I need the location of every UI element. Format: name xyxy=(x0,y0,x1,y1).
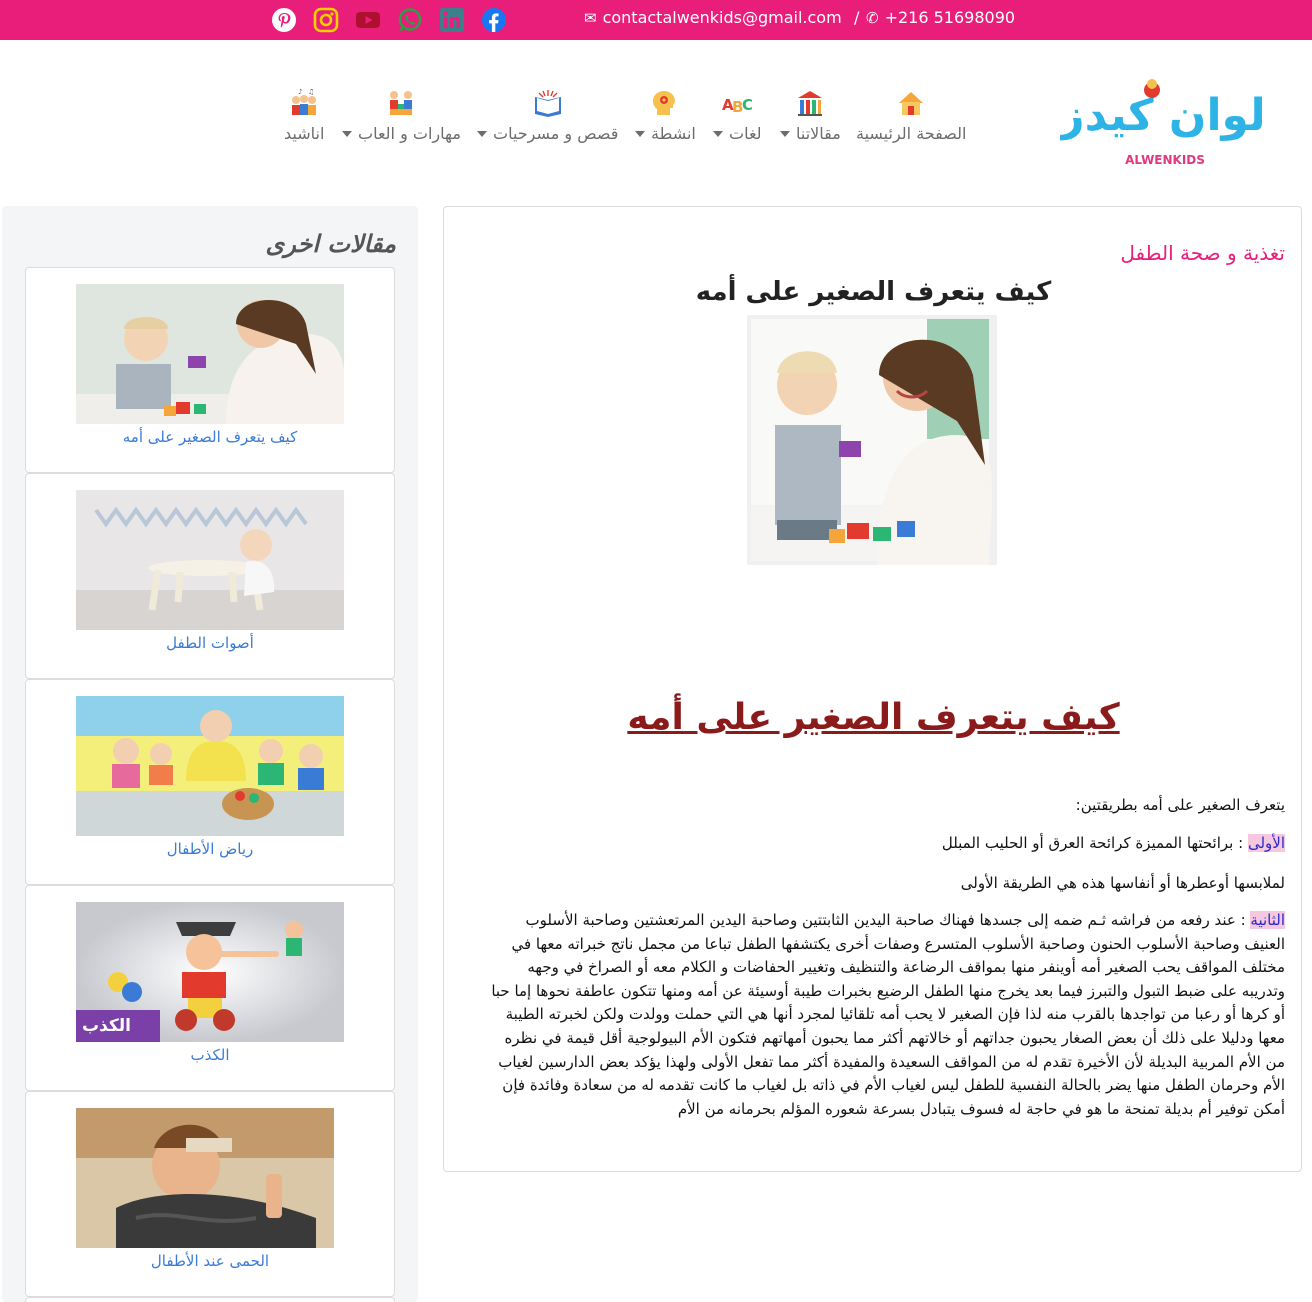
sidebar-article-link[interactable]: رياض الأطفال xyxy=(26,840,394,858)
chevron-down-icon xyxy=(713,130,723,137)
second-text: : عند رفعه من فراشه ثـم ضمه إلى جسدها فه… xyxy=(491,911,1285,1118)
phone-contact[interactable]: ✆ +216 51698090 xyxy=(866,8,1015,27)
home-icon xyxy=(896,88,926,118)
chevron-down-icon xyxy=(780,130,790,137)
pinterest-icon[interactable] xyxy=(270,6,298,34)
article-paragraph-second: الثانية : عند رفعه من فراشه ثـم ضمه إلى … xyxy=(485,909,1285,1121)
logo-latin-text: ALWENKIDS xyxy=(1125,153,1205,167)
email-contact[interactable]: ✉ contactalwenkids@gmail.com xyxy=(584,8,842,27)
first-label: الأولى xyxy=(1247,834,1285,852)
article-thumbnail xyxy=(76,284,344,424)
sidebar-article-card[interactable]: الحمى عند الأطفال xyxy=(25,1091,395,1297)
sidebar-title: مقالات اخرى xyxy=(265,230,396,258)
bar-chart-icon xyxy=(795,88,825,118)
article-thumbnail xyxy=(76,490,344,630)
sidebar-article-card[interactable]: الكذب الكذب xyxy=(25,885,395,1091)
abc-icon: ABC xyxy=(722,88,753,118)
nav-languages[interactable]: ABC لغات xyxy=(713,88,762,143)
site-logo[interactable]: ألوان كيدز ALWENKIDS xyxy=(1057,70,1281,170)
article-paragraph-first: الأولى : برائحتها المميزة كرائحة العرق أ… xyxy=(485,831,1285,855)
sidebar-article-card[interactable]: أصوات الطفل xyxy=(25,473,395,679)
sidebar-article-link[interactable]: أصوات الطفل xyxy=(26,634,394,652)
envelope-icon: ✉ xyxy=(584,8,597,27)
phone-icon: ✆ xyxy=(866,8,879,27)
sidebar-article-link[interactable]: الحمى عند الأطفال xyxy=(26,1252,394,1270)
article-paragraph-first-cont: لملابسها أوعطرها أو أنفاسها هذه هي الطري… xyxy=(960,874,1285,892)
nav-home[interactable]: الصفحة الرئيسية xyxy=(856,88,966,143)
top-contact-bar: ✉ contactalwenkids@gmail.com / ✆ +216 51… xyxy=(0,0,1312,40)
first-text: : برائحتها المميزة كرائحة العرق أو الحلي… xyxy=(941,834,1248,852)
article-heading: كيف يتعرف الصغير على أمه xyxy=(627,697,1120,738)
sidebar-other-articles: مقالات اخرى كيف يتعرف الصغير على أمه أصو… xyxy=(2,206,418,1302)
chevron-down-icon xyxy=(477,130,487,137)
article-thumbnail: الكذب xyxy=(76,902,344,1042)
article-category[interactable]: تغذية و صحة الطفل xyxy=(1120,241,1285,265)
nav-articles[interactable]: مقالاتنا xyxy=(780,88,841,143)
chevron-down-icon xyxy=(635,130,645,137)
nav-skills-games[interactable]: مهارات و العاب xyxy=(342,88,461,143)
phone-text: +216 51698090 xyxy=(884,8,1016,27)
article-thumbnail xyxy=(76,1108,344,1248)
head-gear-icon xyxy=(650,88,680,118)
svg-text:♫: ♫ xyxy=(308,88,314,96)
kids-playing-icon xyxy=(386,88,416,118)
instagram-icon[interactable] xyxy=(312,6,340,34)
article-thumbnail xyxy=(76,696,344,836)
nav-songs[interactable]: ♪ ♫ اناشيد xyxy=(284,88,324,143)
sidebar-article-link[interactable]: الكذب xyxy=(26,1046,394,1064)
nav-activities[interactable]: انشطة xyxy=(635,88,696,143)
youtube-icon[interactable] xyxy=(354,6,382,34)
sidebar-article-card[interactable] xyxy=(25,1297,395,1302)
article-container: تغذية و صحة الطفل كيف يتعرف الصغير على أ… xyxy=(443,206,1302,1172)
sidebar-article-card[interactable]: رياض الأطفال xyxy=(25,679,395,885)
thumbnail-overlay-text: الكذب xyxy=(82,1016,131,1036)
nav-stories[interactable]: قصص و مسرحيات xyxy=(477,88,618,143)
article-title: كيف يتعرف الصغير على أمه xyxy=(695,277,1052,307)
second-label: الثانية xyxy=(1250,911,1285,929)
sidebar-article-card[interactable]: كيف يتعرف الصغير على أمه xyxy=(25,267,395,473)
email-text: contactalwenkids@gmail.com xyxy=(602,8,842,27)
open-book-icon xyxy=(533,88,563,118)
singing-kids-icon: ♪ ♫ xyxy=(289,88,319,118)
article-intro: يتعرف الصغير على أمه بطريقتين: xyxy=(1075,796,1285,814)
linkedin-icon[interactable] xyxy=(438,6,466,34)
chevron-down-icon xyxy=(342,130,352,137)
article-hero-image xyxy=(747,315,997,565)
whatsapp-icon[interactable] xyxy=(396,6,424,34)
contact-separator: / xyxy=(854,8,860,27)
sidebar-article-link[interactable]: كيف يتعرف الصغير على أمه xyxy=(26,428,394,446)
svg-text:C: C xyxy=(742,96,752,114)
logo-arabic-text: ألوان كيدز xyxy=(1060,86,1265,141)
svg-text:♪: ♪ xyxy=(298,88,302,96)
facebook-icon[interactable] xyxy=(480,6,508,34)
